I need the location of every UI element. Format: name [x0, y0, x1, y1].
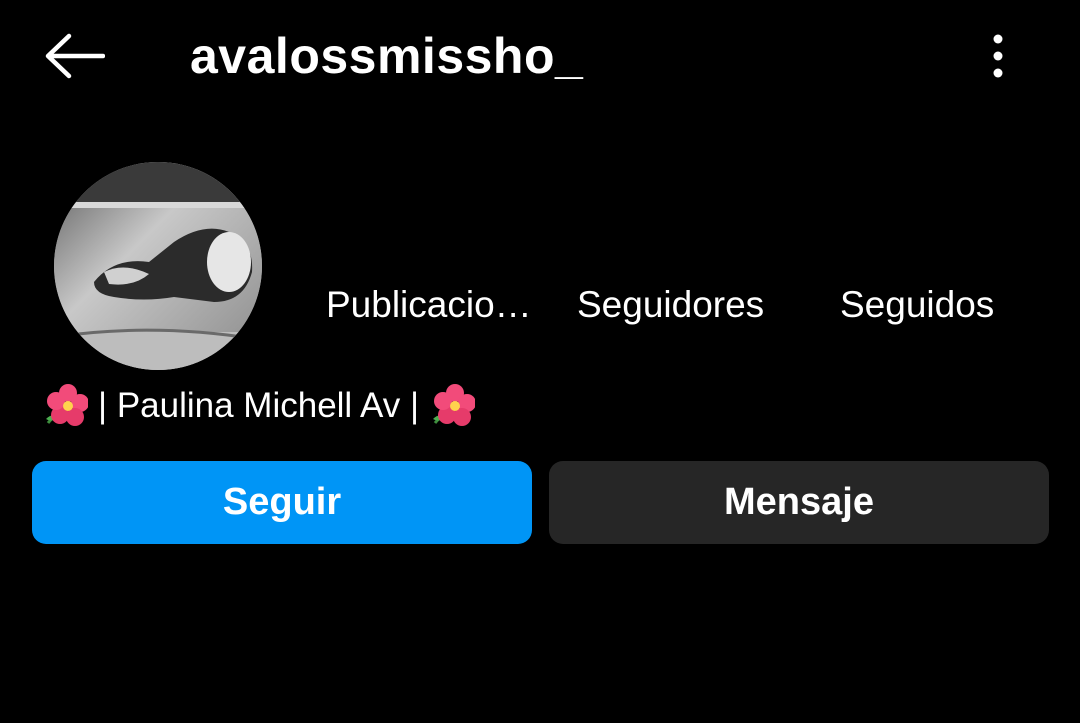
arrow-left-icon: [43, 33, 106, 84]
follow-button[interactable]: Seguir: [32, 461, 532, 544]
bio-name-text: | Paulina Michell Av |: [98, 386, 420, 425]
hibiscus-icon: [429, 383, 477, 429]
hibiscus-icon: [42, 383, 89, 429]
more-options-button[interactable]: [970, 28, 1026, 88]
posts-count-label[interactable]: Publicaciones: [326, 283, 541, 327]
message-button[interactable]: Mensaje: [549, 461, 1049, 544]
back-button[interactable]: [40, 28, 108, 88]
profile-avatar[interactable]: [54, 162, 262, 370]
followers-count-label[interactable]: Seguidores: [577, 283, 764, 327]
following-count-label[interactable]: Seguidos: [840, 283, 994, 327]
profile-bio: | Paulina Michell Av |: [42, 382, 477, 430]
profile-username: avalossmissho_: [190, 28, 584, 84]
vertical-dots-icon: [992, 33, 1004, 84]
profile-page: avalossmissho_ Publicaciones Seguidores …: [0, 0, 1080, 723]
